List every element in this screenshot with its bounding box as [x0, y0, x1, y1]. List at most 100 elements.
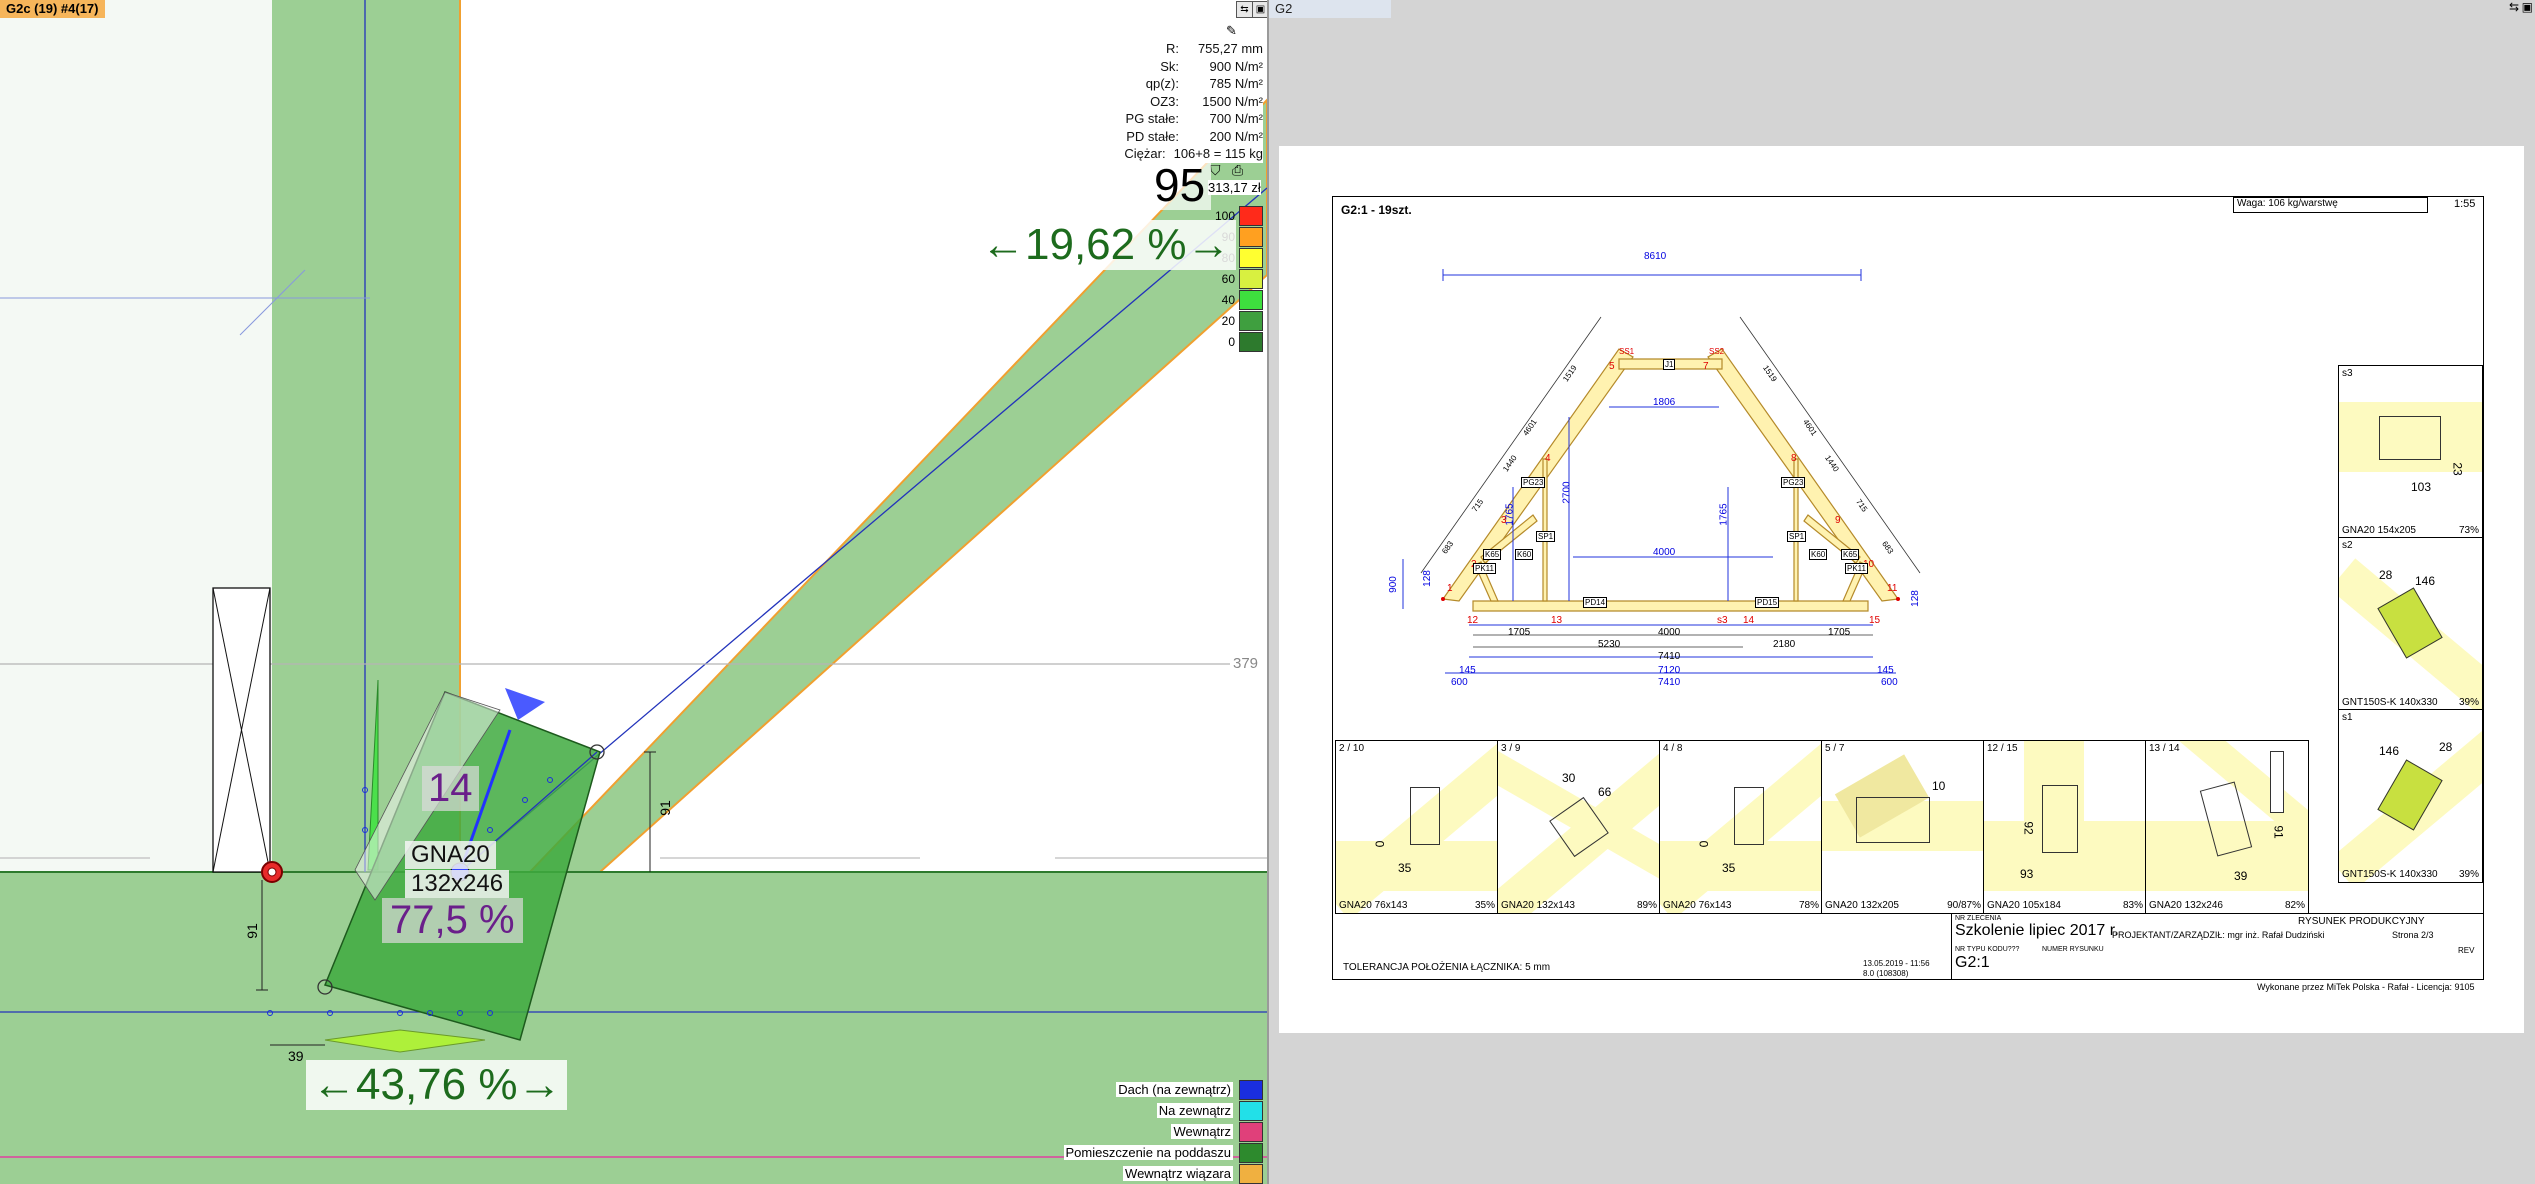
legend-item[interactable]: Na zewnątrz	[1064, 1100, 1263, 1121]
param-value: 755,27 mm	[1187, 40, 1263, 58]
title-block: NR ZLECENIA Szkolenie lipiec 2017 r. NR …	[1951, 913, 2484, 980]
tools-icon[interactable]: ✎	[1226, 23, 1237, 39]
price-display: 313,17 zł	[1208, 180, 1261, 195]
member-label: PG23	[1521, 477, 1546, 488]
detail-dim: 146	[2415, 574, 2436, 588]
print-icon[interactable]: ⎙	[1232, 162, 1243, 179]
legend-item[interactable]: Wewnątrz	[1064, 1121, 1263, 1142]
joint-canvas[interactable]	[0, 0, 1267, 1184]
region-legend: Dach (na zewnątrz) Na zewnątrz Wewnątrz …	[1063, 1079, 1263, 1184]
dim-900: 900	[1387, 576, 1399, 593]
dim-1765-right: 1765	[1718, 503, 1730, 526]
detail-dim: 30	[1562, 771, 1576, 785]
filter-icon[interactable]: ⛉	[1210, 162, 1221, 179]
drawing-frame: G2:1 - 19szt. Waga: 106 kg/warstwę 1:55	[1332, 196, 2484, 980]
detail-usage: 35%	[1474, 900, 1495, 911]
scale-label: 60	[1221, 271, 1235, 286]
dim-4000: 4000	[1653, 547, 1676, 558]
scale-swatch	[1239, 268, 1263, 289]
joint-origin-center	[267, 867, 277, 877]
member-label: K65	[1483, 549, 1502, 560]
restore-window-icon[interactable]: ⇆	[2509, 0, 2519, 14]
dim-128-right: 128	[1909, 590, 1921, 607]
rafter-overlap-percent: ←19,62 %→	[975, 220, 1237, 270]
param-value: 700 N/m²	[1187, 110, 1263, 128]
scale-swatch	[1239, 247, 1263, 268]
bottom-chord	[1472, 600, 1869, 612]
detail-usage: 39%	[2458, 697, 2479, 708]
detail-cell-2-10: 2 / 10 35 0 GNA20 76x143 35%	[1335, 740, 1499, 914]
detail-plate	[1410, 787, 1440, 845]
maximize-window-icon[interactable]: ▣	[1252, 1, 1267, 18]
legend-label: Wewnątrz wiązara	[1123, 1166, 1233, 1181]
drawing-preview-panel[interactable]: G2 ⇆ ▣ G2:1 - 19szt. Waga: 106 kg/warstw…	[1269, 0, 2535, 1184]
member-label: PK11	[1845, 563, 1868, 574]
maximize-window-icon[interactable]: ▣	[2522, 0, 2533, 14]
detail-dim: 93	[2020, 867, 2034, 881]
designer: PROJEKTANT/ZARZĄDZIŁ: mgr inż. Rafał Dud…	[2112, 930, 2325, 940]
member-label: SS2	[1709, 347, 1725, 356]
detail-title: 2 / 10	[1339, 743, 1365, 754]
scale-label: 20	[1221, 313, 1235, 328]
dimension-91-left: 91	[243, 923, 260, 939]
legend-item[interactable]: Dach (na zewnątrz)	[1064, 1079, 1263, 1100]
detail-dim: 35	[1398, 861, 1412, 875]
detail-dim: 39	[2234, 869, 2248, 883]
detail-plate	[2042, 785, 2078, 853]
legend-item[interactable]: Wewnątrz wiązara	[1064, 1163, 1263, 1184]
node-label: 11	[1887, 583, 1898, 594]
detail-plate-name: GNT150S-K 140x330	[2342, 869, 2438, 880]
param-label: PD stałe:	[1126, 128, 1179, 144]
detail-cell-3-9: 3 / 9 30 66 GNA20 132x143 89%	[1497, 740, 1661, 914]
software-version: 8.0 (108308)	[1863, 969, 1909, 978]
member-label: SP1	[1787, 531, 1807, 542]
preview-panel-title: G2	[1269, 0, 1391, 18]
detail-plate-name: GNT150S-K 140x330	[2342, 697, 2438, 708]
detail-title: s3	[2342, 368, 2353, 379]
member-label: J1	[1663, 359, 1676, 370]
detail-dim: 28	[2439, 740, 2453, 754]
detail-usage: 78%	[1798, 900, 1819, 911]
detail-cell-4-8: 4 / 8 35 0 GNA20 76x143 78%	[1659, 740, 1823, 914]
param-label: PG stałe:	[1125, 111, 1179, 126]
truss-joint-editor-panel[interactable]: G2c (19) #4(17) ⇆ ▣ R: 755,27 mm Sk: 900 N…	[0, 0, 1269, 1184]
member-label: PK11	[1473, 563, 1496, 574]
plate-size-label: 132x246	[405, 870, 510, 898]
legend-swatch	[1239, 1163, 1263, 1184]
detail-dim: 103	[2411, 480, 2432, 494]
restore-window-icon[interactable]: ⇆	[1236, 1, 1253, 18]
detail-cell-s3: s3 103 23 GNA20 154x205 73%	[2338, 365, 2483, 539]
legend-item[interactable]: Pomieszczenie na poddaszu	[1063, 1142, 1263, 1163]
member-label: K60	[1809, 549, 1828, 560]
legend-swatch	[1239, 1079, 1263, 1100]
legend-label: Pomieszczenie na poddaszu	[1063, 1145, 1233, 1160]
member-label: SP1	[1536, 531, 1556, 542]
legend-label: Na zewnątrz	[1156, 1103, 1233, 1118]
legend-label: Wewnątrz	[1171, 1124, 1233, 1139]
plate-type-label: GNA20	[405, 841, 496, 869]
member-label: K60	[1515, 549, 1534, 560]
detail-dim: 10	[1932, 779, 1946, 793]
legend-swatch	[1239, 1142, 1263, 1163]
detail-usage: 39%	[2458, 869, 2479, 880]
node-label: 4	[1545, 453, 1551, 464]
load-parameters: R: 755,27 mm Sk: 900 N/m² qp(z): 785 N/m² O…	[1026, 40, 1263, 163]
detail-usage: 89%	[1636, 900, 1657, 911]
detail-dim: 0	[1372, 840, 1387, 848]
detail-plate-name: GNA20 105x184	[1987, 900, 2061, 911]
member-label: PD15	[1755, 597, 1780, 608]
dim-1705-left: 1705	[1508, 627, 1531, 638]
detail-usage: 90/87%	[1947, 900, 1981, 911]
param-label: Sk:	[1160, 58, 1179, 74]
dimension-91-right: 91	[656, 800, 673, 816]
type-code-label: NR TYPU KODU???	[1955, 946, 2020, 953]
detail-title: s1	[2342, 712, 2353, 723]
detail-timber	[1336, 841, 1498, 891]
node-label: s3	[1717, 615, 1728, 626]
detail-dim: 0	[1696, 840, 1711, 848]
dim-7120: 7120	[1658, 665, 1681, 676]
detail-plate-name: GNA20 154x205	[2342, 525, 2416, 536]
detail-cell-5-7: 5 / 7 10 GNA20 132x205 90/87%	[1821, 740, 1985, 914]
detail-cell-13-14: 13 / 14 39 91 GNA20 132x246 82%	[2145, 740, 2309, 914]
scale-swatch	[1239, 289, 1263, 310]
